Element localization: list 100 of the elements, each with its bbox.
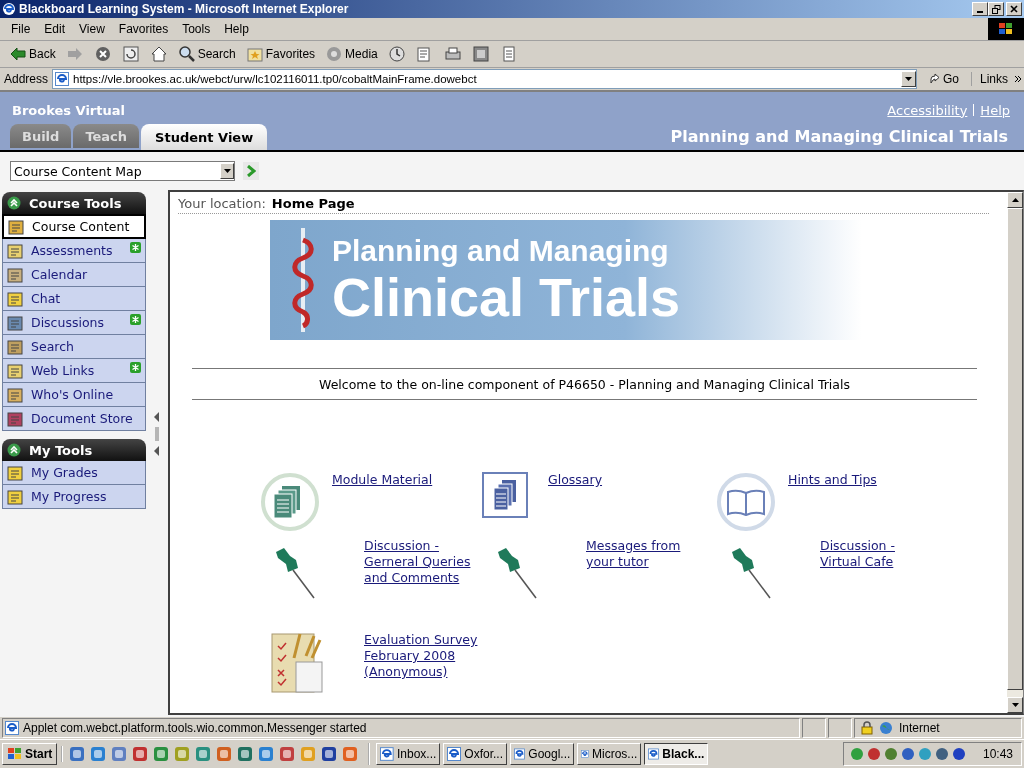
address-field[interactable]: https://vle.brookes.ac.uk/webct/urw/lc102116011.tp0/cobaltMainFrame.dowebct [52, 69, 917, 89]
quick-launch-icon[interactable] [69, 746, 86, 762]
page-icon [380, 747, 394, 761]
disc-icon [325, 45, 344, 63]
padlock-icon [861, 721, 873, 735]
start-button[interactable]: Start [2, 743, 58, 765]
chevron-icon[interactable] [1014, 75, 1022, 83]
status-panel [802, 718, 826, 738]
section-header[interactable]: Course Tools [2, 192, 146, 214]
square-icon [471, 45, 490, 63]
status-text: Applet com.webct.platform.tools.wio.common.Messenger started [23, 721, 367, 735]
back-button[interactable]: Back [6, 43, 59, 65]
sidebar-item[interactable]: My Grades [2, 461, 146, 485]
taskbar-button[interactable]: Oxfor... [443, 743, 508, 765]
scroll-up-button[interactable] [1007, 192, 1023, 208]
quick-launch-icon[interactable] [153, 746, 170, 762]
collapse-icon[interactable] [7, 443, 21, 457]
page-icon [648, 747, 660, 761]
quick-launch-icon[interactable] [195, 746, 212, 762]
menu-item[interactable]: Favorites [111, 22, 176, 36]
welcome-message: Welcome to the on-line component of P46650 - Planning and Managing Clinical Trials [319, 376, 850, 392]
collapse-icon[interactable] [7, 196, 21, 210]
menu-item[interactable]: File [4, 22, 38, 36]
quick-launch-icon[interactable] [90, 746, 107, 762]
quick-launch-icon[interactable] [111, 746, 128, 762]
quick-launch-icon[interactable] [216, 746, 233, 762]
menu-item[interactable]: Tools [175, 22, 218, 36]
location-value: Home Page [271, 196, 355, 211]
go-button[interactable]: Go [920, 72, 967, 86]
taskbar-button[interactable]: Inbox... [376, 743, 441, 765]
taskbar-button[interactable]: Micros... [577, 743, 642, 765]
quick-launch-icon[interactable] [279, 746, 296, 762]
tray-icon[interactable] [900, 747, 915, 761]
quick-launch-icon[interactable] [237, 746, 254, 762]
content-link[interactable]: Hints and Tips [788, 472, 904, 488]
browser-icon [2, 2, 16, 16]
sidebar-item[interactable]: My Progress [2, 485, 146, 509]
section-header[interactable]: My Tools [2, 439, 146, 461]
taskbar-button[interactable]: Black... [644, 743, 709, 765]
globe-icon [879, 721, 893, 735]
documents-icon[interactable] [482, 472, 528, 518]
sidebar-item[interactable]: Discussions [2, 311, 146, 335]
content-link[interactable]: Module Material [332, 472, 448, 488]
chevron-icon [246, 165, 256, 177]
menu-item[interactable]: View [72, 22, 112, 36]
sidebar-item[interactable]: Document Store [2, 407, 146, 431]
stop-icon [93, 45, 112, 63]
page-icon [447, 747, 462, 761]
quick-launch-icon[interactable] [258, 746, 275, 762]
restore-icon [991, 4, 1001, 14]
up-arrow-icon [1011, 198, 1019, 202]
content-link[interactable]: Glossary [548, 472, 664, 488]
home-icon [149, 45, 168, 63]
close-button[interactable] [1006, 2, 1022, 16]
content-link[interactable]: Evaluation Survey February 2008 (Anonymous) [364, 632, 480, 680]
minimize-button[interactable] [972, 2, 988, 16]
restore-button[interactable] [988, 2, 1004, 16]
scroll-thumb[interactable] [1007, 208, 1023, 690]
sidebar-item[interactable]: Web Links [2, 359, 146, 383]
scroll-down-button[interactable] [1007, 697, 1023, 713]
content-link[interactable]: Discussion - Virtual Cafe [820, 538, 936, 570]
tray-icon[interactable] [866, 747, 881, 761]
sidebar-item[interactable]: Course Content [2, 214, 146, 239]
site-name: Brookes Virtual [12, 102, 125, 118]
course-map-dropdown[interactable]: Course Content Map [10, 161, 235, 181]
go-arrow-icon [928, 73, 941, 85]
search-button[interactable]: Search [174, 43, 239, 65]
menu-item[interactable]: Help [217, 22, 256, 36]
menu-item[interactable]: Edit [37, 22, 73, 36]
media-button[interactable]: Media [322, 43, 381, 65]
tray-icon[interactable] [934, 747, 949, 761]
window-title: Blackboard Learning System - Microsoft Internet Explorer [19, 2, 350, 16]
page-icon [514, 747, 526, 761]
book-icon[interactable] [716, 472, 776, 532]
status-panel [828, 718, 852, 738]
sidebar-item[interactable]: Search [2, 335, 146, 359]
tab[interactable]: Student View [141, 124, 268, 150]
close-icon [1010, 5, 1018, 13]
content-link[interactable]: Discussion - Gerneral Queries and Comments [364, 538, 480, 586]
windows-logo-icon [7, 747, 23, 761]
course-title: Planning and Managing Clinical Trials [670, 127, 1008, 148]
links-button[interactable]: Links [971, 72, 1010, 86]
down-arrow-icon [1011, 703, 1019, 707]
go-arrow-button[interactable] [243, 162, 259, 180]
page-icon [581, 747, 589, 761]
windows-logo-icon [998, 22, 1014, 36]
page-icon [55, 72, 70, 86]
sidebar-item[interactable]: Who's Online [2, 383, 146, 407]
sidebar-item[interactable]: Assessments [2, 239, 146, 263]
sidebar-item[interactable]: Calendar [2, 263, 146, 287]
tray-icon[interactable] [883, 747, 898, 761]
page-icon [5, 721, 19, 735]
favorites-button[interactable]: Favorites [242, 43, 319, 65]
quick-launch-icon[interactable] [132, 746, 149, 762]
quick-launch-icon[interactable] [321, 746, 338, 762]
content-link[interactable]: Messages from your tutor [586, 538, 702, 570]
tray-icon[interactable] [951, 747, 966, 761]
sidebar-item[interactable]: Chat [2, 287, 146, 311]
taskbar-button[interactable]: Googl... [510, 743, 575, 765]
security-zone: Internet [899, 721, 940, 735]
